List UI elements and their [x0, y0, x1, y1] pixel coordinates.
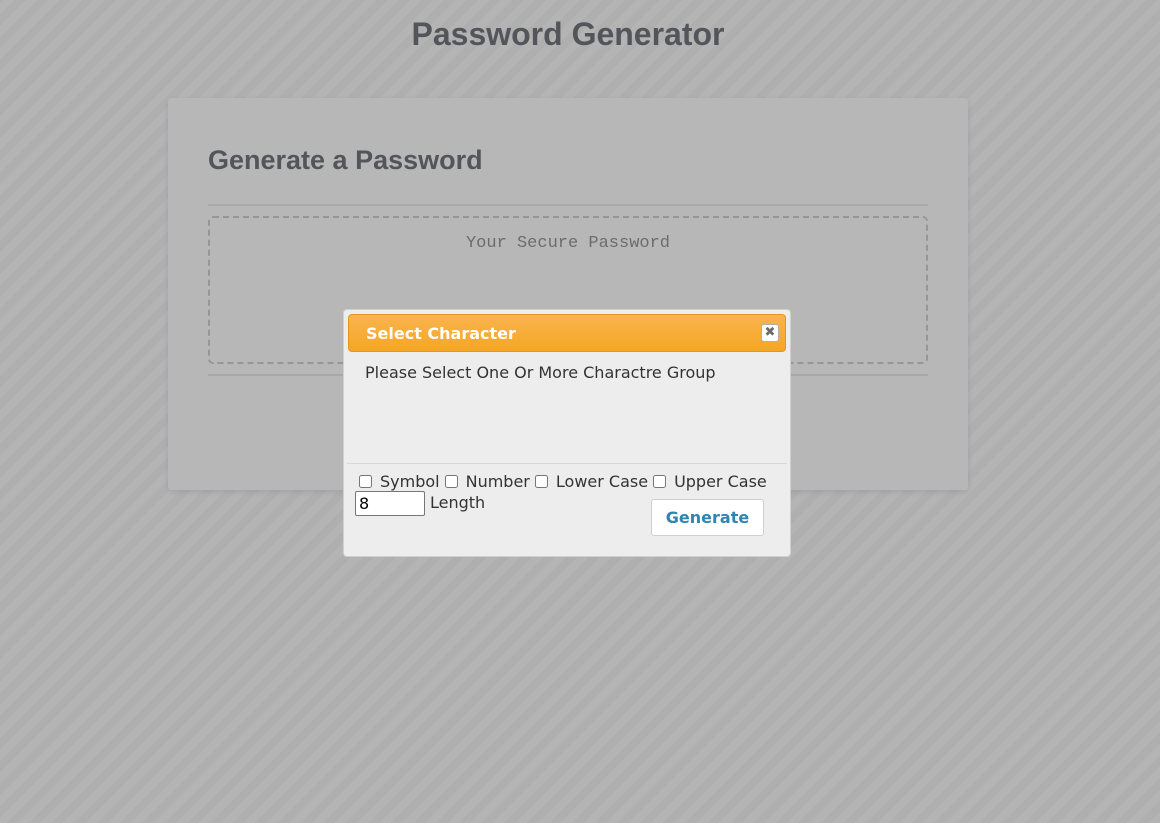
length-row: Length	[355, 491, 485, 516]
option-lower-case[interactable]: Lower Case	[530, 472, 648, 491]
option-upper-case[interactable]: Upper Case	[648, 472, 767, 491]
character-group-options: Symbol Number Lower Case Upper Case	[359, 472, 767, 491]
option-symbol[interactable]: Symbol	[359, 472, 440, 491]
option-label: Lower Case	[555, 472, 649, 491]
option-label: Upper Case	[674, 472, 767, 491]
close-icon[interactable]: ✖	[761, 324, 779, 342]
option-label: Symbol	[380, 472, 440, 491]
option-number[interactable]: Number	[440, 472, 530, 491]
lower-case-checkbox[interactable]	[534, 475, 548, 488]
upper-case-checkbox[interactable]	[653, 475, 667, 488]
select-character-dialog: Select Character ✖ Please Select One Or …	[343, 309, 791, 557]
option-label: Number	[465, 472, 530, 491]
generate-button[interactable]: Generate	[651, 499, 764, 536]
length-input[interactable]	[355, 491, 425, 516]
number-checkbox[interactable]	[444, 475, 458, 488]
dialog-message: Please Select One Or More Charactre Grou…	[365, 363, 716, 382]
dialog-title: Select Character	[366, 324, 516, 343]
divider	[347, 463, 787, 464]
dialog-titlebar[interactable]: Select Character ✖	[348, 314, 786, 352]
length-label: Length	[430, 493, 486, 512]
symbol-checkbox[interactable]	[359, 475, 372, 488]
